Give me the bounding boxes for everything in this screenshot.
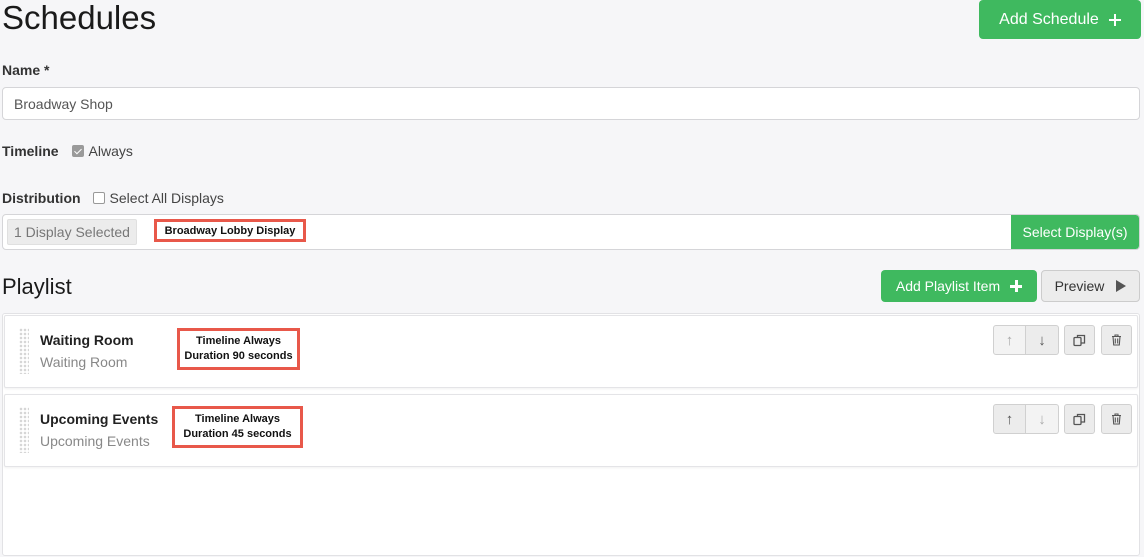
select-all-displays-checkbox[interactable] bbox=[92, 192, 105, 204]
display-selector[interactable]: 1 Display Selected Broadway Lobby Displa… bbox=[2, 214, 1140, 250]
playlist-title: Playlist bbox=[2, 274, 72, 299]
add-playlist-item-label: Add Playlist Item bbox=[895, 278, 1001, 294]
item-timeline-text: Timeline Always bbox=[195, 413, 280, 425]
plus-icon bbox=[1108, 13, 1121, 26]
name-label: Name * bbox=[2, 62, 50, 78]
playlist-item-info: Timeline Always Duration 45 seconds bbox=[172, 406, 303, 448]
distribution-row: Distribution Select All Displays bbox=[2, 190, 224, 206]
distribution-label: Distribution bbox=[2, 190, 81, 206]
select-all-displays-label[interactable]: Select All Displays bbox=[110, 190, 224, 206]
move-buttons: ↑ ↓ bbox=[993, 325, 1059, 355]
move-up-button[interactable]: ↑ bbox=[993, 404, 1026, 434]
always-label[interactable]: Always bbox=[89, 143, 133, 159]
delete-button[interactable] bbox=[1101, 325, 1132, 355]
delete-button[interactable] bbox=[1101, 404, 1132, 434]
arrow-up-icon: ↑ bbox=[1005, 331, 1014, 349]
name-input[interactable] bbox=[2, 87, 1140, 120]
arrow-down-icon: ↓ bbox=[1038, 410, 1046, 428]
move-down-button[interactable]: ↓ bbox=[1026, 404, 1059, 434]
item-duration-text: Duration 45 seconds bbox=[183, 428, 292, 440]
move-up-button[interactable]: ↑ bbox=[993, 325, 1026, 355]
always-checkbox[interactable] bbox=[71, 145, 84, 157]
move-down-button[interactable]: ↓ bbox=[1026, 325, 1059, 355]
arrow-up-icon: ↑ bbox=[1005, 410, 1014, 428]
add-playlist-item-button[interactable]: Add Playlist Item bbox=[881, 270, 1037, 302]
copy-icon bbox=[1073, 413, 1086, 425]
playlist-item-subtitle: Upcoming Events bbox=[40, 433, 150, 449]
timeline-label: Timeline bbox=[2, 143, 59, 159]
item-timeline-text: Timeline Always bbox=[196, 335, 281, 347]
item-duration-text: Duration 90 seconds bbox=[184, 350, 293, 362]
trash-icon bbox=[1112, 334, 1121, 346]
duplicate-button[interactable] bbox=[1064, 404, 1095, 434]
arrow-down-icon: ↓ bbox=[1038, 331, 1046, 349]
move-buttons: ↑ ↓ bbox=[993, 404, 1059, 434]
display-count-badge: 1 Display Selected bbox=[7, 219, 137, 245]
playlist-item[interactable]: Upcoming Events Upcoming Events Timeline… bbox=[4, 394, 1138, 467]
trash-icon bbox=[1112, 413, 1121, 425]
playlist-item-info: Timeline Always Duration 90 seconds bbox=[177, 328, 300, 370]
selected-display-tag[interactable]: Broadway Lobby Display bbox=[154, 219, 306, 242]
add-schedule-button[interactable]: Add Schedule bbox=[979, 0, 1141, 39]
page-title: Schedules bbox=[2, 0, 157, 36]
duplicate-button[interactable] bbox=[1064, 325, 1095, 355]
drag-handle-icon[interactable] bbox=[19, 407, 29, 453]
play-icon bbox=[1116, 280, 1127, 292]
playlist-item[interactable]: Waiting Room Waiting Room Timeline Alway… bbox=[4, 315, 1138, 388]
playlist-panel: Waiting Room Waiting Room Timeline Alway… bbox=[2, 313, 1140, 556]
select-displays-button[interactable]: Select Display(s) bbox=[1011, 215, 1139, 249]
add-schedule-label: Add Schedule bbox=[999, 10, 1099, 28]
playlist-item-subtitle: Waiting Room bbox=[40, 354, 128, 370]
preview-label: Preview bbox=[1054, 278, 1105, 294]
preview-button[interactable]: Preview bbox=[1041, 270, 1140, 302]
timeline-row: Timeline Always bbox=[2, 143, 133, 159]
playlist-item-name: Upcoming Events bbox=[40, 411, 159, 427]
drag-handle-icon[interactable] bbox=[19, 328, 29, 374]
playlist-item-name: Waiting Room bbox=[40, 332, 134, 348]
copy-icon bbox=[1073, 334, 1086, 346]
plus-icon bbox=[1010, 280, 1023, 292]
